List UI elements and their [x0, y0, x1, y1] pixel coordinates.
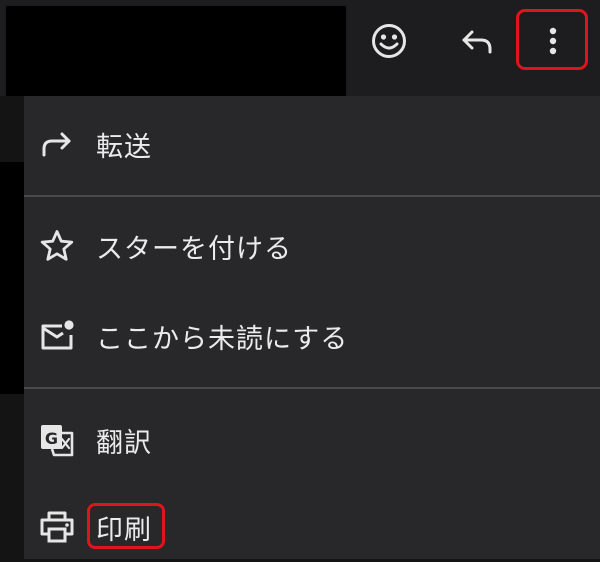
menu-item-label: 翻訳 — [96, 427, 152, 459]
translate-icon: G — [38, 421, 76, 459]
print-icon — [38, 508, 76, 546]
menu-item-label: 転送 — [96, 131, 152, 163]
menu-item-star[interactable]: スターを付ける — [24, 211, 600, 281]
menu-divider — [24, 387, 600, 389]
more-button-highlight — [516, 9, 588, 70]
menu-item-mark-unread[interactable]: ここから未読にする — [24, 301, 600, 371]
menu-item-translate[interactable]: G 翻訳 — [24, 405, 600, 475]
top-toolbar — [0, 0, 600, 96]
forward-icon — [38, 125, 76, 163]
menu-item-label: スターを付ける — [96, 233, 292, 265]
smiley-icon — [372, 24, 406, 58]
reply-icon — [462, 30, 492, 54]
print-highlight — [87, 503, 165, 549]
add-reaction-button[interactable] — [364, 16, 414, 66]
menu-item-label: ここから未読にする — [96, 323, 349, 355]
svg-text:G: G — [45, 429, 58, 448]
redacted-side-area — [0, 162, 24, 394]
overflow-menu: 転送 スターを付ける ここから未読にする G 翻訳 印刷 — [24, 96, 600, 559]
menu-divider — [24, 195, 600, 197]
mark-unread-icon — [38, 317, 76, 355]
reply-button[interactable] — [452, 16, 502, 66]
redacted-area — [6, 6, 346, 96]
star-icon — [38, 227, 76, 265]
menu-item-forward[interactable]: 転送 — [24, 109, 600, 179]
